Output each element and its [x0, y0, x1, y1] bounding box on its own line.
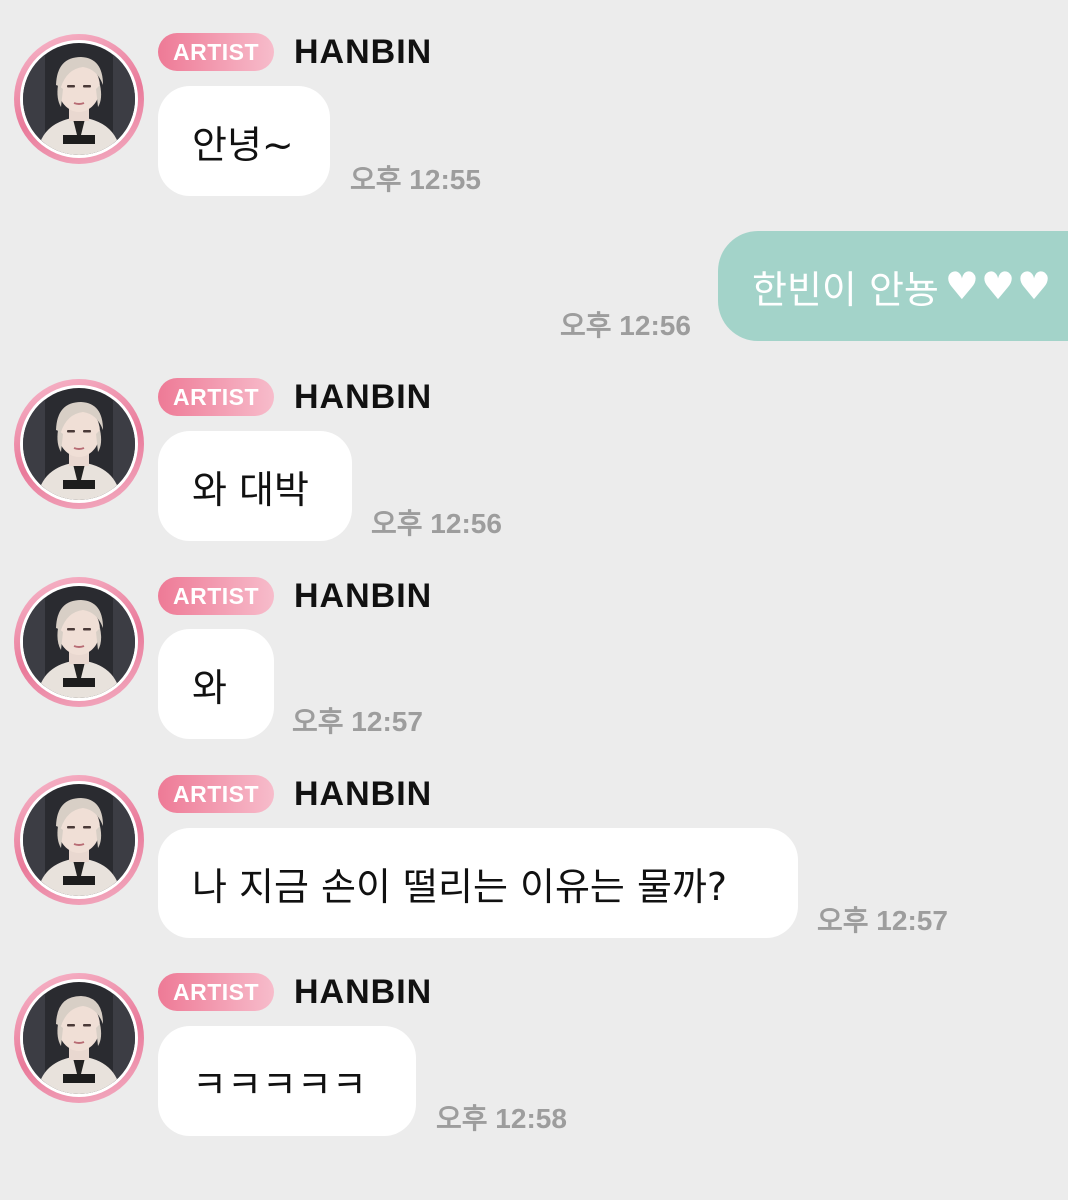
message-bubble[interactable]: 와 [158, 629, 274, 739]
artist-badge: ARTIST [158, 378, 274, 416]
my-message-bubble[interactable]: 한빈이 안뇽 ♥♥♥ [718, 231, 1068, 341]
message-time: 오후 12:57 [292, 706, 423, 737]
message-time: 오후 12:58 [436, 1103, 567, 1134]
sender-name: HANBIN [294, 775, 433, 813]
message-bubble[interactable]: 나 지금 손이 떨리는 이유는 물까? [158, 828, 798, 938]
artist-avatar[interactable] [14, 34, 144, 164]
sender-name: HANBIN [294, 973, 433, 1011]
message-time: 오후 12:55 [350, 164, 481, 195]
message-text: 한빈이 안뇽 [752, 267, 939, 312]
avatar-frame [20, 781, 138, 899]
artist-avatar[interactable] [14, 973, 144, 1103]
message-text: ㅋㅋㅋㅋㅋ [192, 1062, 367, 1107]
avatar-photo [23, 43, 135, 155]
sender-name: HANBIN [294, 378, 433, 416]
message-bubble[interactable]: ㅋㅋㅋㅋㅋ [158, 1026, 416, 1136]
avatar-photo [23, 586, 135, 698]
avatar-photo [23, 784, 135, 896]
message-time: 오후 12:56 [371, 508, 502, 539]
message-text: 나 지금 손이 떨리는 이유는 물까? [192, 864, 728, 909]
avatar-frame [20, 40, 138, 158]
sender-name: HANBIN [294, 577, 433, 615]
avatar-photo [23, 388, 135, 500]
avatar-photo [23, 982, 135, 1094]
heart-icons: ♥♥♥ [944, 264, 1054, 308]
artist-avatar[interactable] [14, 775, 144, 905]
message-text: 와 [192, 665, 227, 710]
avatar-frame [20, 385, 138, 503]
message-bubble[interactable]: 안녕~ [158, 86, 330, 196]
sender-name: HANBIN [294, 33, 433, 71]
artist-badge: ARTIST [158, 775, 274, 813]
message-text: 안녕~ [192, 122, 294, 167]
message-text: 와 대박 [192, 467, 309, 512]
message-bubble[interactable]: 와 대박 [158, 431, 352, 541]
avatar-frame [20, 979, 138, 1097]
message-time: 오후 12:57 [817, 905, 948, 936]
artist-badge: ARTIST [158, 973, 274, 1011]
artist-avatar[interactable] [14, 379, 144, 509]
artist-badge: ARTIST [158, 33, 274, 71]
message-time: 오후 12:56 [560, 310, 691, 341]
artist-avatar[interactable] [14, 577, 144, 707]
avatar-frame [20, 583, 138, 701]
artist-badge: ARTIST [158, 577, 274, 615]
